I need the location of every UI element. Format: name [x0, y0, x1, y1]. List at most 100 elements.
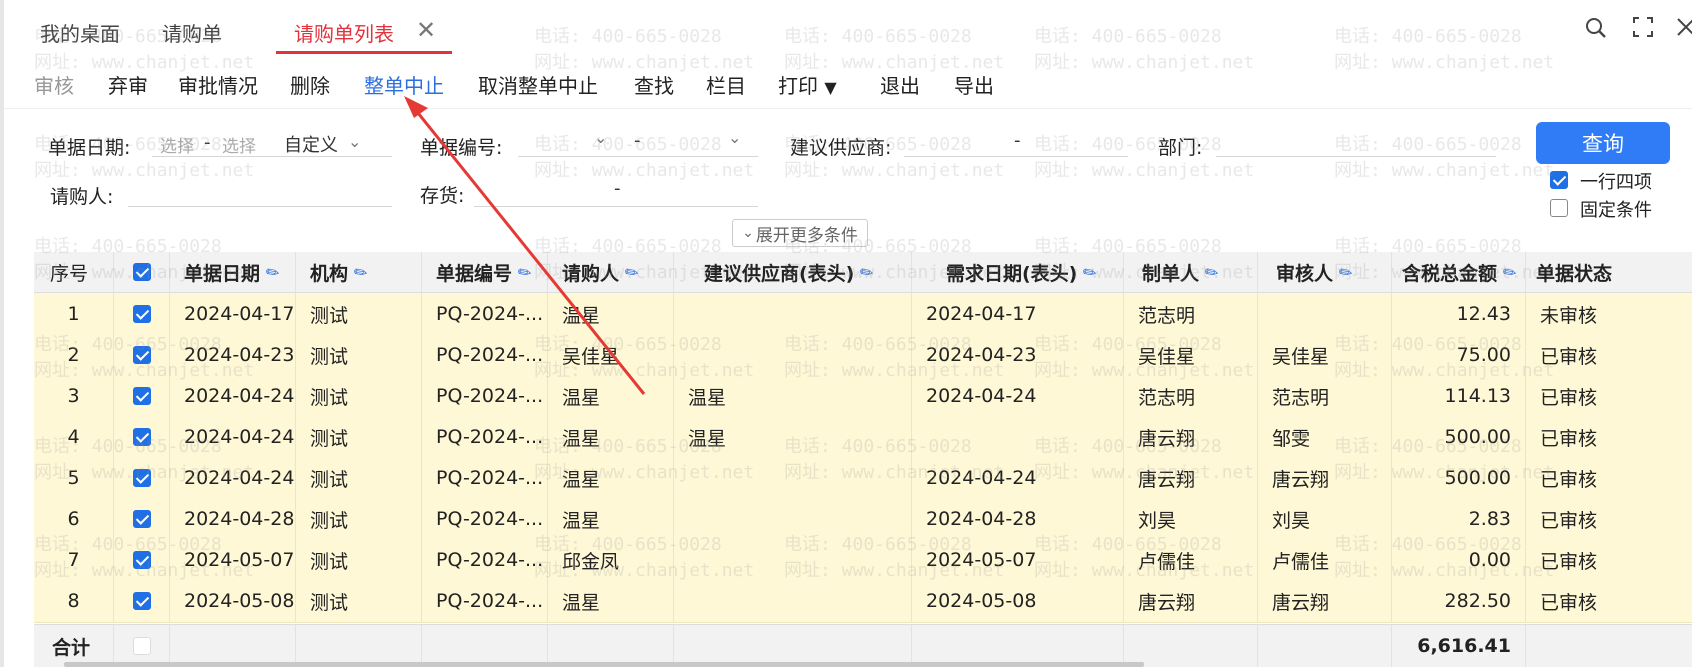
cancel-terminate-button[interactable]: 取消整单中止	[478, 70, 598, 99]
date-to-input[interactable]: 选择	[222, 132, 256, 157]
fullscreen-icon[interactable]	[1632, 16, 1654, 42]
fixed-conditions-checkbox[interactable]	[1550, 199, 1568, 217]
cell-approver: 邹雯	[1258, 416, 1392, 458]
row-checkbox[interactable]	[132, 551, 151, 569]
col-need-date[interactable]: 需求日期(表头) ✎	[912, 252, 1124, 292]
tab-purchase-request-list[interactable]: 请购单列表	[294, 18, 394, 47]
exit-button[interactable]: 退出	[880, 70, 920, 99]
chevron-down-icon[interactable]: ⌄	[594, 128, 607, 147]
cell-org: 测试	[296, 539, 422, 581]
search-icon[interactable]	[1584, 16, 1608, 44]
table-row[interactable]: 3 2024-04-24 测试 PQ-2024-... 温星 温星 2024-04-24 范志…	[34, 375, 1692, 418]
tab-purchase-request[interactable]: 请购单	[162, 18, 222, 47]
col-status[interactable]: 单据状态	[1526, 252, 1692, 292]
cell-seq: 2	[34, 334, 114, 376]
expand-more-button[interactable]: ⌄ 展开更多条件	[732, 219, 868, 247]
cell-select[interactable]	[114, 457, 170, 499]
cell-org: 测试	[296, 498, 422, 540]
inventory-separator: -	[614, 178, 621, 199]
tab-desktop[interactable]: 我的桌面	[40, 18, 120, 47]
query-button[interactable]: 查询	[1536, 122, 1670, 164]
row-checkbox[interactable]	[132, 469, 151, 487]
cell-requester: 温星	[548, 293, 674, 335]
print-button[interactable]: 打印 ▼	[778, 70, 837, 99]
pin-icon[interactable]: ✎	[350, 260, 372, 283]
terminate-order-button[interactable]: 整单中止	[364, 70, 444, 99]
table-row[interactable]: 2 2024-04-23 测试 PQ-2024-... 吴佳星 2024-04-23 吴佳星…	[34, 334, 1692, 377]
total-empty-cell	[1124, 625, 1258, 667]
pin-icon[interactable]: ✎	[1499, 260, 1521, 283]
cell-status: 已审核	[1526, 539, 1692, 581]
cell-select[interactable]	[114, 498, 170, 540]
pin-icon[interactable]: ✎	[1079, 260, 1101, 283]
col-org[interactable]: 机构 ✎	[296, 252, 422, 292]
export-button[interactable]: 导出	[954, 70, 994, 99]
four-per-row-checkbox[interactable]	[1550, 171, 1568, 189]
table-row[interactable]: 1 2024-04-17 测试 PQ-2024-... 温星 2024-04-17 范志明 1…	[34, 293, 1692, 336]
dept-field[interactable]	[1216, 126, 1496, 157]
col-supplier[interactable]: 建议供应商(表头) ✎	[674, 252, 912, 292]
cell-need-date: 2024-05-07	[912, 539, 1124, 581]
cell-select[interactable]	[114, 375, 170, 417]
row-checkbox[interactable]	[132, 346, 151, 364]
cell-select[interactable]	[114, 539, 170, 581]
pin-icon[interactable]: ✎	[856, 260, 878, 283]
col-amount[interactable]: 含税总金额 ✎	[1392, 252, 1526, 292]
cell-supplier	[674, 457, 912, 499]
cell-supplier: 温星	[674, 375, 912, 417]
table-row[interactable]: 4 2024-04-24 测试 PQ-2024-... 温星 温星 唐云翔 邹雯 500.00 已…	[34, 416, 1692, 459]
window-close-icon[interactable]	[1676, 16, 1692, 42]
cell-org: 测试	[296, 334, 422, 376]
pin-icon[interactable]: ✎	[262, 260, 284, 283]
row-checkbox[interactable]	[132, 510, 151, 528]
chevron-down-icon[interactable]: ⌄	[728, 128, 741, 147]
col-requester[interactable]: 请购人 ✎	[548, 252, 674, 292]
find-button[interactable]: 查找	[634, 70, 674, 99]
cell-seq: 3	[34, 375, 114, 417]
select-all-checkbox[interactable]	[132, 263, 151, 281]
horizontal-scrollbar[interactable]	[64, 662, 1144, 667]
cell-select[interactable]	[114, 416, 170, 458]
pin-icon[interactable]: ✎	[621, 260, 643, 283]
columns-button[interactable]: 栏目	[706, 70, 746, 99]
approval-status-button[interactable]: 审批情况	[178, 70, 258, 99]
approve-button[interactable]: 审核	[34, 70, 74, 99]
pin-icon[interactable]: ✎	[1201, 260, 1223, 283]
col-approver[interactable]: 审核人 ✎	[1258, 252, 1392, 292]
col-select-all[interactable]	[114, 252, 170, 292]
total-empty-cell	[422, 625, 548, 667]
chevron-down-icon: ▼	[824, 78, 837, 97]
print-label: 打印	[778, 74, 818, 98]
row-checkbox[interactable]	[132, 305, 151, 323]
cell-select[interactable]	[114, 334, 170, 376]
col-date[interactable]: 单据日期 ✎	[170, 252, 296, 292]
pin-icon[interactable]: ✎	[514, 260, 536, 283]
pin-icon[interactable]: ✎	[1335, 260, 1357, 283]
delete-button[interactable]: 删除	[290, 70, 330, 99]
requester-field[interactable]	[128, 176, 392, 207]
cell-select[interactable]	[114, 580, 170, 622]
cell-approver: 吴佳星	[1258, 334, 1392, 376]
cell-select[interactable]	[114, 293, 170, 335]
table-row[interactable]: 8 2024-05-08 测试 PQ-2024-... 温星 2024-05-08 唐云翔唐…	[34, 580, 1692, 623]
row-checkbox[interactable]	[132, 428, 151, 446]
date-mode-select[interactable]: 自定义	[284, 131, 338, 157]
unapprove-button[interactable]: 弃审	[108, 70, 148, 99]
table-row[interactable]: 5 2024-04-24 测试 PQ-2024-... 温星 2024-04-24 唐云翔唐…	[34, 457, 1692, 500]
cell-supplier	[674, 293, 912, 335]
cell-doc-no: PQ-2024-...	[422, 293, 548, 335]
row-checkbox[interactable]	[132, 592, 151, 610]
col-amount-label: 含税总金额	[1402, 262, 1498, 285]
chevron-down-icon[interactable]: ⌄	[348, 132, 361, 151]
date-from-input[interactable]: 选择	[160, 132, 194, 157]
cell-creator: 范志明	[1124, 293, 1258, 335]
table-row[interactable]: 7 2024-05-07 测试 PQ-2024-... 邱金凤 2024-05-07 卢儒佳…	[34, 539, 1692, 582]
table-row[interactable]: 6 2024-04-28 测试 PQ-2024-... 温星 2024-04-28 刘昊 刘昊…	[34, 498, 1692, 541]
cell-requester: 吴佳星	[548, 334, 674, 376]
col-creator[interactable]: 制单人 ✎	[1124, 252, 1258, 292]
cell-date: 2024-04-28	[170, 498, 296, 540]
col-doc-no[interactable]: 单据编号 ✎	[422, 252, 548, 292]
row-checkbox[interactable]	[132, 387, 151, 405]
close-icon[interactable]: ✕	[416, 18, 436, 42]
cell-need-date: 2024-04-28	[912, 498, 1124, 540]
